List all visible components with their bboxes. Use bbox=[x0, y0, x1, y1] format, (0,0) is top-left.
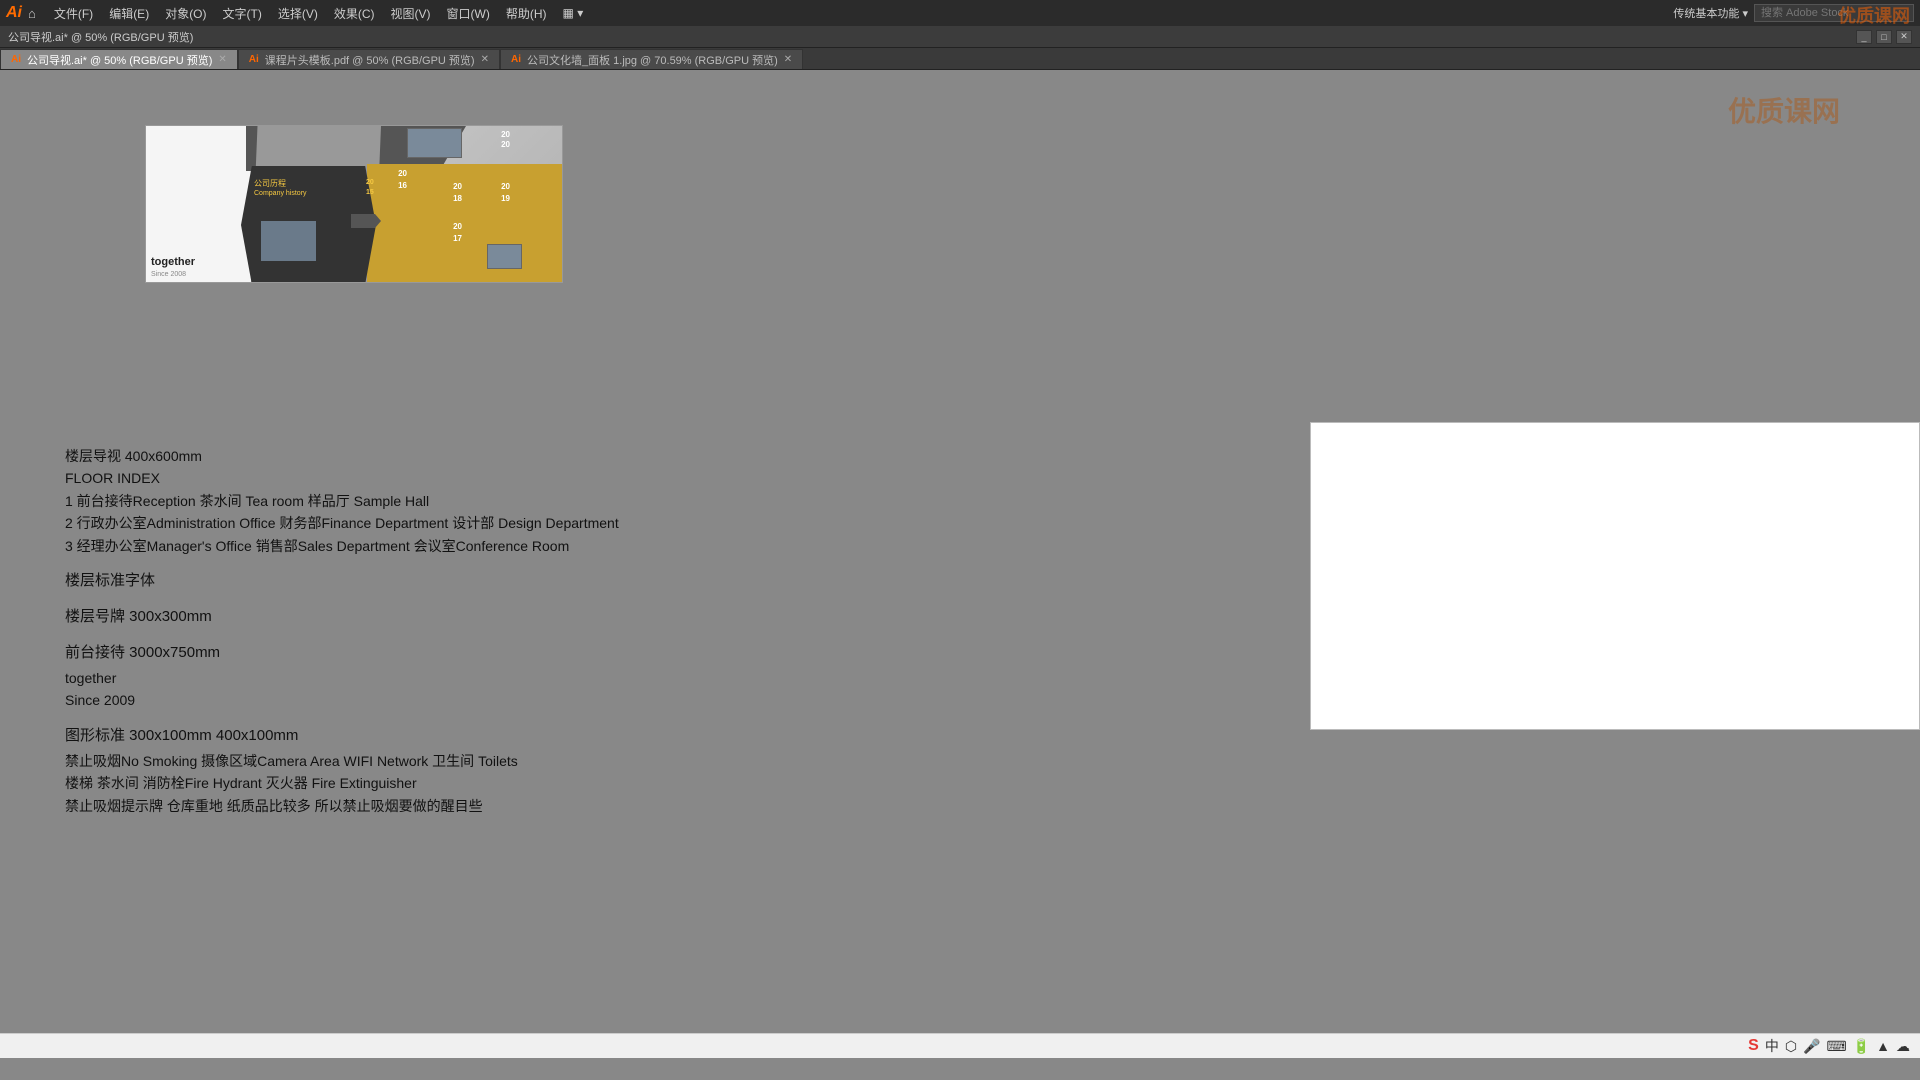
std-font-label: 楼层标准字体 bbox=[65, 569, 815, 593]
floor-index-1: 1 前台接待Reception 茶水间 Tea room 样品厅 Sample … bbox=[65, 490, 815, 512]
menu-bar: Ai ⌂ 文件(F) 编辑(E) 对象(O) 文字(T) 选择(V) 效果(C)… bbox=[0, 0, 1920, 26]
site-watermark: 优质课网 bbox=[1728, 90, 1840, 130]
design-preview: 2020 2016 2018 2019 2017 2015 公司历程 Compa… bbox=[145, 125, 563, 283]
menu-select[interactable]: 选择(V) bbox=[270, 3, 326, 24]
canvas-area: 2020 2016 2018 2019 2017 2015 公司历程 Compa… bbox=[0, 70, 1920, 1058]
floor-index-2: 2 行政办公室Administration Office 财务部Finance … bbox=[65, 512, 815, 534]
floor-guide-title: 楼层导视 400x600mm bbox=[65, 445, 815, 467]
photo-bottom-right bbox=[487, 244, 522, 269]
taskbar-icon-3[interactable]: 🎤 bbox=[1803, 1038, 1820, 1055]
year-2018: 2018 bbox=[453, 181, 462, 205]
since-label: Since 2009 bbox=[65, 689, 815, 711]
close-button[interactable]: ✕ bbox=[1896, 30, 1912, 44]
document-title: 公司导视.ai* @ 50% (RGB/GPU 预览) bbox=[8, 29, 193, 45]
tab-2[interactable]: Ai 公司文化墙_面板 1.jpg @ 70.59% (RGB/GPU 预览) … bbox=[500, 49, 803, 69]
menu-effect[interactable]: 效果(C) bbox=[326, 3, 383, 24]
taskbar-icon-1[interactable]: 中 bbox=[1765, 1036, 1779, 1056]
maximize-button[interactable]: □ bbox=[1876, 30, 1892, 44]
photo-in-hex bbox=[261, 221, 316, 261]
taskbar-icon-5[interactable]: 🔋 bbox=[1853, 1038, 1870, 1055]
right-white-box-1 bbox=[1310, 422, 1920, 730]
year-2019: 2019 bbox=[501, 181, 510, 205]
tab-bar: Ai 公司导视.ai* @ 50% (RGB/GPU 预览) ✕ Ai 课程片头… bbox=[0, 48, 1920, 70]
together-text: together bbox=[151, 256, 195, 268]
menu-window[interactable]: 窗口(W) bbox=[439, 3, 498, 24]
reception-label: 前台接待 3000x750mm bbox=[65, 641, 815, 665]
taskbar-icon-6[interactable]: ▲ bbox=[1876, 1038, 1890, 1054]
app-logo: Ai bbox=[6, 4, 22, 22]
photo-top-right bbox=[407, 128, 462, 158]
menu-object[interactable]: 对象(O) bbox=[157, 3, 214, 24]
tab-0[interactable]: Ai 公司导视.ai* @ 50% (RGB/GPU 预览) ✕ bbox=[0, 49, 238, 69]
right-white-box-2 bbox=[1310, 816, 1920, 881]
shape-gold bbox=[367, 164, 562, 283]
floor-index-label: FLOOR INDEX bbox=[65, 467, 815, 489]
window-controls[interactable]: _ □ ✕ bbox=[1856, 30, 1912, 44]
minimize-button[interactable]: _ bbox=[1856, 30, 1872, 44]
graphic-std-label: 图形标准 300x100mm 400x100mm bbox=[65, 724, 815, 748]
together-label: together bbox=[65, 667, 815, 689]
taskbar-icon-7[interactable]: ☁ bbox=[1896, 1038, 1910, 1055]
graphic-std-sub3: 禁止吸烟提示牌 仓库重地 纸质品比较多 所以禁止吸烟要做的醒目些 bbox=[65, 795, 815, 817]
menu-right: 传统基本功能 ▾ bbox=[1673, 4, 1914, 22]
tab-icon-2: Ai bbox=[511, 54, 521, 65]
design-preview-container: 2020 2016 2018 2019 2017 2015 公司历程 Compa… bbox=[145, 125, 563, 303]
menu-edit[interactable]: 编辑(E) bbox=[101, 3, 157, 24]
tab-close-0[interactable]: ✕ bbox=[218, 54, 226, 65]
tab-label-0: 公司导视.ai* @ 50% (RGB/GPU 预览) bbox=[27, 52, 212, 68]
taskbar-s-icon[interactable]: S bbox=[1748, 1037, 1759, 1055]
search-input[interactable] bbox=[1754, 4, 1914, 22]
year-2020: 2020 bbox=[501, 130, 510, 151]
tab-close-2[interactable]: ✕ bbox=[784, 54, 792, 65]
tab-icon-0: Ai bbox=[11, 54, 21, 65]
taskbar-icon-2[interactable]: ⬡ bbox=[1785, 1038, 1797, 1055]
title-bar: 公司导视.ai* @ 50% (RGB/GPU 预览) _ □ ✕ bbox=[0, 26, 1920, 48]
floor-index-3: 3 经理办公室Manager's Office 销售部Sales Departm… bbox=[65, 535, 815, 557]
company-en-label: Company history bbox=[254, 189, 307, 199]
tab-label-1: 课程片头模板.pdf @ 50% (RGB/GPU 预览) bbox=[265, 52, 475, 68]
menu-text[interactable]: 文字(T) bbox=[215, 3, 270, 24]
graphic-std-sub1: 禁止吸烟No Smoking 摄像区域Camera Area WIFI Netw… bbox=[65, 750, 815, 772]
menu-help[interactable]: 帮助(H) bbox=[498, 3, 555, 24]
since-text: Since 2008 bbox=[151, 271, 186, 278]
text-content-area: 楼层导视 400x600mm FLOOR INDEX 1 前台接待Recepti… bbox=[65, 445, 815, 829]
home-icon[interactable]: ⌂ bbox=[28, 6, 36, 21]
std-font-block: 楼层标准字体 bbox=[65, 569, 815, 593]
reception-block: 前台接待 3000x750mm together Since 2009 bbox=[65, 641, 815, 712]
company-cn-label: 公司历程 bbox=[254, 178, 286, 189]
graphic-std-sub2: 楼梯 茶水间 消防栓Fire Hydrant 灭火器 Fire Extingui… bbox=[65, 772, 815, 794]
year-2016: 2016 bbox=[398, 168, 407, 192]
graphic-std-block: 图形标准 300x100mm 400x100mm 禁止吸烟No Smoking … bbox=[65, 724, 815, 817]
shape-arrow bbox=[351, 214, 381, 228]
design-inner: 2020 2016 2018 2019 2017 2015 公司历程 Compa… bbox=[146, 126, 562, 282]
tab-1[interactable]: Ai 课程片头模板.pdf @ 50% (RGB/GPU 预览) ✕ bbox=[238, 49, 500, 69]
year-2017: 2017 bbox=[453, 221, 462, 245]
floor-sign-block: 楼层号牌 300x300mm bbox=[65, 605, 815, 629]
floor-guide-block: 楼层导视 400x600mm FLOOR INDEX 1 前台接待Recepti… bbox=[65, 445, 815, 557]
year-in-hex: 2015 bbox=[366, 178, 374, 198]
menu-view-mode[interactable]: ▦ ▾ bbox=[555, 4, 592, 22]
floor-sign-label: 楼层号牌 300x300mm bbox=[65, 605, 815, 629]
menu-view[interactable]: 视图(V) bbox=[383, 3, 439, 24]
taskbar-icon-4[interactable]: ⌨ bbox=[1826, 1038, 1846, 1055]
tab-close-1[interactable]: ✕ bbox=[481, 54, 489, 65]
tab-label-2: 公司文化墙_面板 1.jpg @ 70.59% (RGB/GPU 预览) bbox=[527, 52, 778, 68]
taskbar: S 中 ⬡ 🎤 ⌨ 🔋 ▲ ☁ bbox=[0, 1033, 1920, 1058]
tab-icon-1: Ai bbox=[249, 54, 259, 65]
menu-file[interactable]: 文件(F) bbox=[46, 3, 101, 24]
workspace-label[interactable]: 传统基本功能 ▾ bbox=[1673, 5, 1748, 21]
